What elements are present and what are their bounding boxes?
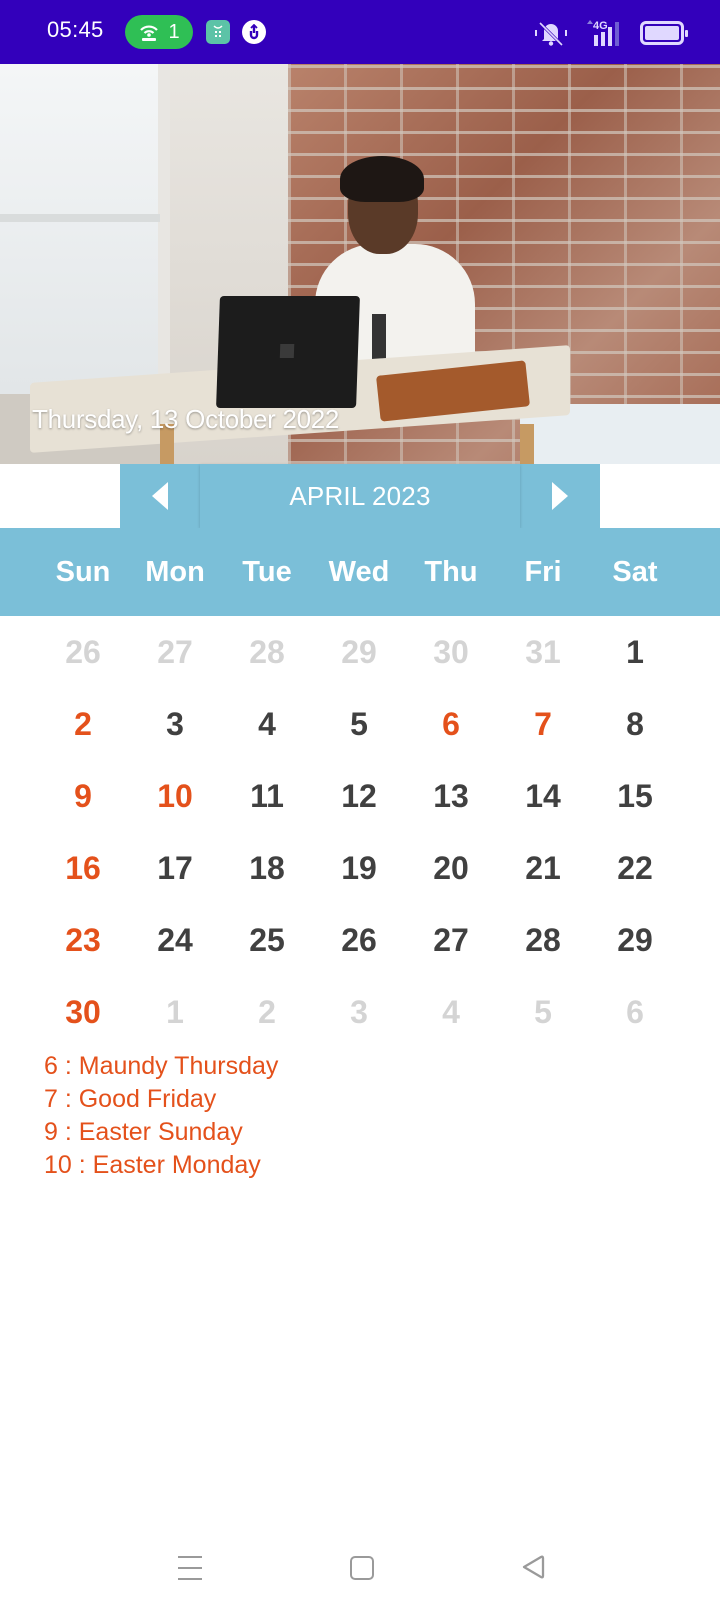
calendar-day[interactable]: 18: [221, 832, 313, 904]
weekday-label: Fri: [524, 556, 562, 588]
calendar-week-row: 9 10 11 12 13 14 15: [37, 760, 681, 832]
calendar-day[interactable]: 8: [589, 688, 681, 760]
holiday-item: 7 : Good Friday: [44, 1085, 217, 1113]
calendar-week-row: 16 17 18 19 20 21 22: [37, 832, 681, 904]
vpn-lock-icon: [242, 20, 266, 44]
holiday-item: 9 : Easter Sunday: [44, 1118, 243, 1146]
calendar-day[interactable]: 20: [405, 832, 497, 904]
calendar-day-holiday[interactable]: 6: [405, 688, 497, 760]
calendar-day-other-month[interactable]: 4: [405, 976, 497, 1048]
calendar-week-row: 2345678: [37, 688, 681, 760]
calendar-day-other-month[interactable]: 29: [313, 616, 405, 688]
calendar-day[interactable]: 15: [589, 760, 681, 832]
calendar-grid: 26 27 28 29 30 31 1 2 3 4 5 6 7 8 9 10 11 12 13 14 15 16 17 18 1…: [37, 616, 681, 1048]
weekday-header: Sun Mon Tue Wed Thu Fri Sat: [0, 528, 720, 616]
triangle-right-icon: [552, 482, 568, 510]
calendar-day[interactable]: 14: [497, 760, 589, 832]
calendar-day[interactable]: 1: [589, 616, 681, 688]
calendar-day[interactable]: 26: [313, 904, 405, 976]
calendar-day[interactable]: 28: [497, 904, 589, 976]
header-photo: Thursday, 13 October 2022: [0, 64, 720, 464]
calendar-day[interactable]: 11: [221, 760, 313, 832]
calendar-day[interactable]: 19: [313, 832, 405, 904]
network-type-label: 4G: [593, 20, 608, 32]
holiday-list: 6 : Maundy Thursday 7 : Good Friday 9 : …: [44, 1050, 278, 1182]
system-nav-bar: [0, 1540, 720, 1612]
calendar-day[interactable]: 25: [221, 904, 313, 976]
calendar-day-holiday[interactable]: 9: [37, 760, 129, 832]
photo-laptop: [216, 296, 360, 408]
calendar-day[interactable]: 12: [313, 760, 405, 832]
recent-apps-icon[interactable]: [178, 1556, 202, 1580]
mute-bell-icon: [535, 21, 567, 47]
calendar-day-holiday[interactable]: 7: [497, 688, 589, 760]
today-date: Thursday, 13 October 2022: [32, 404, 340, 434]
next-month-button[interactable]: [520, 464, 600, 528]
weekday-label: Sun: [55, 556, 111, 588]
calendar-week-row: 30 1 2 3 4 5 6: [37, 976, 681, 1048]
calendar-week-row: 26 27 28 29 30 31 1: [37, 616, 681, 688]
calendar-day[interactable]: 24: [129, 904, 221, 976]
back-icon[interactable]: [520, 1554, 546, 1580]
calendar-day[interactable]: 3: [129, 688, 221, 760]
calendar-week-row: 23 24 25 26 27 28 29: [37, 904, 681, 976]
weekday-label: Sat: [612, 556, 658, 588]
signal-4g-icon: 4G: [587, 20, 619, 46]
calendar-day[interactable]: 5: [313, 688, 405, 760]
calendar-day-other-month[interactable]: 26: [37, 616, 129, 688]
calendar-day-other-month[interactable]: 30: [405, 616, 497, 688]
calendar-day-other-month[interactable]: 1: [129, 976, 221, 1048]
photo-desk-leg: [520, 424, 534, 464]
triangle-left-icon: [152, 482, 168, 510]
calendar-day[interactable]: 27: [405, 904, 497, 976]
calendar-day-other-month[interactable]: 27: [129, 616, 221, 688]
home-icon[interactable]: [350, 1556, 374, 1580]
calendar-day[interactable]: 13: [405, 760, 497, 832]
calendar-day-other-month[interactable]: 28: [221, 616, 313, 688]
calendar-day-other-month[interactable]: 6: [589, 976, 681, 1048]
photo-person-hair: [340, 156, 424, 202]
battery-icon: [640, 21, 688, 45]
weekday-label: Tue: [242, 556, 292, 588]
hotspot-indicator[interactable]: 1: [125, 15, 193, 49]
calendar-day-holiday[interactable]: 23: [37, 904, 129, 976]
month-title[interactable]: APRIL 2023: [200, 464, 520, 528]
status-time: 05:45: [47, 17, 104, 42]
weekday-label: Wed: [328, 556, 390, 588]
status-bar: 05:45 1 4G: [0, 0, 720, 64]
month-navigation: APRIL 2023: [120, 464, 600, 528]
sim-toolkit-icon: [206, 20, 230, 44]
status-right-icons: 4G: [534, 18, 688, 48]
calendar-day-other-month[interactable]: 5: [497, 976, 589, 1048]
holiday-item: 6 : Maundy Thursday: [44, 1052, 279, 1080]
calendar-day-other-month[interactable]: 3: [313, 976, 405, 1048]
photo-window: [0, 64, 170, 394]
hotspot-count: 1: [168, 20, 180, 43]
calendar-day[interactable]: 22: [589, 832, 681, 904]
calendar-day-other-month[interactable]: 31: [497, 616, 589, 688]
calendar-day-holiday[interactable]: 30: [37, 976, 129, 1048]
calendar-day-holiday[interactable]: 16: [37, 832, 129, 904]
calendar-day-holiday[interactable]: 10: [129, 760, 221, 832]
previous-month-button[interactable]: [120, 464, 200, 528]
holiday-item: 10 : Easter Monday: [44, 1151, 261, 1179]
calendar-day-other-month[interactable]: 2: [221, 976, 313, 1048]
weekday-label: Mon: [145, 556, 205, 588]
hotspot-icon: [140, 25, 159, 41]
calendar-day[interactable]: 17: [129, 832, 221, 904]
calendar-day[interactable]: 29: [589, 904, 681, 976]
weekday-label: Thu: [424, 556, 478, 588]
laptop-logo: [279, 344, 295, 358]
calendar-day-holiday[interactable]: 2: [37, 688, 129, 760]
calendar-day[interactable]: 4: [221, 688, 313, 760]
calendar-day[interactable]: 21: [497, 832, 589, 904]
